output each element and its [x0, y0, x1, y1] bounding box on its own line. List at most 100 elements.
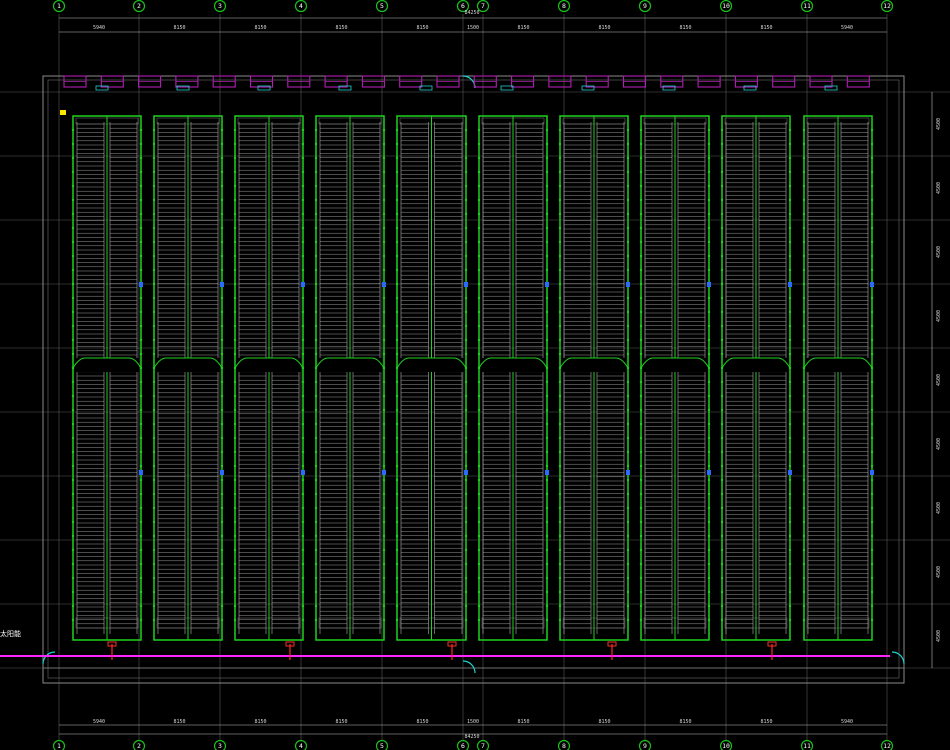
- post-dot: [152, 534, 156, 538]
- post-dot: [545, 422, 549, 426]
- post-dot: [233, 506, 237, 510]
- post-dot: [314, 590, 318, 594]
- dimension-value: 8150: [760, 25, 772, 31]
- post-dot: [639, 254, 643, 258]
- post-dot: [152, 170, 156, 174]
- post-dot: [382, 254, 386, 258]
- post-dot: [395, 520, 399, 524]
- post-dot: [220, 534, 224, 538]
- post-dot: [870, 156, 874, 160]
- post-dot: [788, 170, 792, 174]
- post-dot: [464, 198, 468, 202]
- post-dot: [870, 254, 874, 258]
- post-dot: [233, 268, 237, 272]
- post-dot: [870, 296, 874, 300]
- post-dot: [626, 268, 630, 272]
- post-dot: [558, 184, 562, 188]
- post-dot: [707, 436, 711, 440]
- post-dot: [464, 156, 468, 160]
- post-dot: [720, 548, 724, 552]
- post-dot: [464, 170, 468, 174]
- post-dot: [788, 338, 792, 342]
- post-dot: [152, 338, 156, 342]
- post-dot: [639, 520, 643, 524]
- post-dot: [382, 478, 386, 482]
- post-dot: [220, 352, 224, 356]
- post-dot: [639, 464, 643, 468]
- post-dot: [802, 520, 806, 524]
- post-dot: [382, 380, 386, 384]
- post-dot: [301, 618, 305, 622]
- post-dot: [707, 254, 711, 258]
- blue-marker: [139, 470, 143, 475]
- post-dot: [152, 520, 156, 524]
- post-dot: [152, 184, 156, 188]
- post-dot: [558, 296, 562, 300]
- dimension-value: 4500: [936, 502, 942, 514]
- post-dot: [545, 366, 549, 370]
- post-dot: [477, 506, 481, 510]
- blue-marker: [788, 282, 792, 287]
- post-dot: [71, 618, 75, 622]
- post-dot: [802, 156, 806, 160]
- post-dot: [152, 422, 156, 426]
- axis-label: 7: [481, 2, 485, 10]
- post-dot: [558, 128, 562, 132]
- post-dot: [870, 618, 874, 622]
- post-dot: [395, 254, 399, 258]
- post-dot: [477, 562, 481, 566]
- post-dot: [639, 576, 643, 580]
- post-dot: [220, 324, 224, 328]
- post-dot: [152, 226, 156, 230]
- post-dot: [301, 422, 305, 426]
- post-dot: [720, 590, 724, 594]
- post-dot: [545, 590, 549, 594]
- post-dot: [720, 254, 724, 258]
- post-dot: [639, 380, 643, 384]
- post-dot: [558, 618, 562, 622]
- post-dot: [802, 450, 806, 454]
- post-dot: [220, 184, 224, 188]
- dimension-value: 8150: [517, 25, 529, 31]
- post-dot: [71, 198, 75, 202]
- post-dot: [870, 142, 874, 146]
- post-dot: [71, 534, 75, 538]
- post-dot: [802, 422, 806, 426]
- post-dot: [464, 478, 468, 482]
- post-dot: [382, 212, 386, 216]
- post-dot: [233, 534, 237, 538]
- post-dot: [707, 548, 711, 552]
- post-dot: [720, 534, 724, 538]
- post-dot: [382, 436, 386, 440]
- blue-marker: [301, 470, 305, 475]
- post-dot: [626, 478, 630, 482]
- post-dot: [464, 576, 468, 580]
- post-dot: [720, 268, 724, 272]
- post-dot: [802, 576, 806, 580]
- post-dot: [233, 184, 237, 188]
- post-dot: [139, 296, 143, 300]
- post-dot: [220, 604, 224, 608]
- post-dot: [71, 352, 75, 356]
- mid-gap: [237, 358, 301, 372]
- post-dot: [152, 604, 156, 608]
- post-dot: [720, 478, 724, 482]
- post-dot: [71, 338, 75, 342]
- post-dot: [626, 352, 630, 356]
- post-dot: [545, 296, 549, 300]
- post-dot: [639, 618, 643, 622]
- post-dot: [301, 324, 305, 328]
- post-dot: [395, 422, 399, 426]
- post-dot: [464, 436, 468, 440]
- post-dot: [626, 562, 630, 566]
- post-dot: [152, 254, 156, 258]
- post-dot: [870, 576, 874, 580]
- post-dot: [233, 338, 237, 342]
- post-dot: [139, 226, 143, 230]
- post-dot: [152, 240, 156, 244]
- post-dot: [802, 492, 806, 496]
- post-dot: [220, 436, 224, 440]
- post-dot: [314, 534, 318, 538]
- post-dot: [802, 534, 806, 538]
- post-dot: [545, 464, 549, 468]
